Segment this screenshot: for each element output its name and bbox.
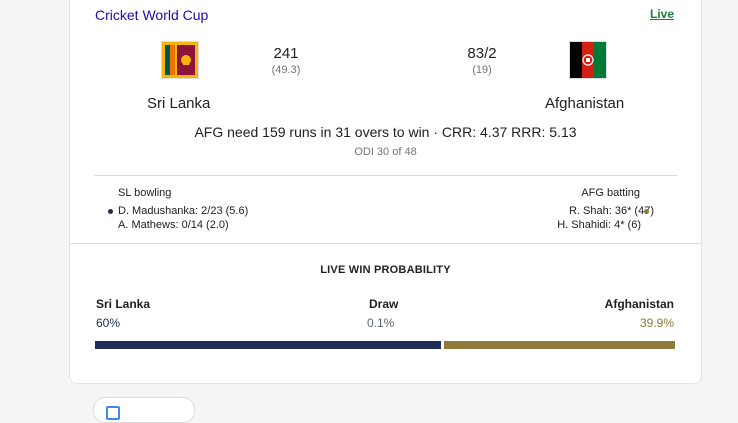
sri-lanka-flag-icon [161, 41, 199, 79]
home-prob-label: Sri Lanka [96, 297, 151, 311]
bowler-line: D. Madushanka: 2/23 (5.6) [118, 205, 249, 217]
card-header: Cricket World Cup Live [70, 0, 701, 32]
current-bowler-dot-icon [108, 209, 113, 214]
competition-link[interactable]: Cricket World Cup [95, 7, 208, 23]
away-prob-value: 39.9% [639, 316, 674, 330]
home-score: 241 (49.3) [246, 45, 326, 76]
bottom-chip-button[interactable] [93, 397, 195, 423]
bowler-line: A. Mathews: 0/14 (2.0) [118, 219, 229, 231]
away-prob-label: Afghanistan [604, 297, 674, 311]
home-prob-value: 60% [96, 316, 121, 330]
batter-line: H. Shahidi: 4* (6) [557, 219, 641, 231]
draw-prob-value: 0.1% [367, 316, 395, 330]
home-team-name[interactable]: Sri Lanka [147, 95, 210, 112]
home-runs: 241 [273, 45, 299, 62]
match-status: AFG need 159 runs in 31 overs to win · C… [194, 124, 577, 140]
home-prob-segment [95, 341, 441, 349]
bowling-title: SL bowling [118, 187, 172, 199]
section-divider [70, 243, 701, 244]
live-label: Live [649, 7, 674, 21]
divider [94, 175, 677, 176]
away-runs: 83/2 [467, 45, 497, 62]
draw-prob-label: Draw [369, 297, 399, 311]
away-overs: (19) [472, 64, 492, 76]
match-info: ODI 30 of 48 [354, 146, 417, 158]
win-probability-title: LIVE WIN PROBABILITY [320, 264, 451, 276]
batting-title: AFG batting [581, 187, 640, 199]
away-prob-segment [444, 341, 675, 349]
batter-line: R. Shah: 36* (47) [569, 205, 654, 217]
square-icon [106, 406, 120, 420]
match-card[interactable]: Cricket World Cup Live 241 (49.3) 83/2 (… [69, 0, 702, 384]
live-badge: Live [650, 7, 674, 21]
win-probability-bar [95, 341, 675, 349]
on-strike-dot-icon [644, 209, 649, 214]
afghanistan-flag-icon [569, 41, 607, 79]
home-overs: (49.3) [271, 64, 301, 76]
away-score: 83/2 (19) [442, 45, 522, 76]
away-team-name[interactable]: Afghanistan [545, 95, 624, 112]
